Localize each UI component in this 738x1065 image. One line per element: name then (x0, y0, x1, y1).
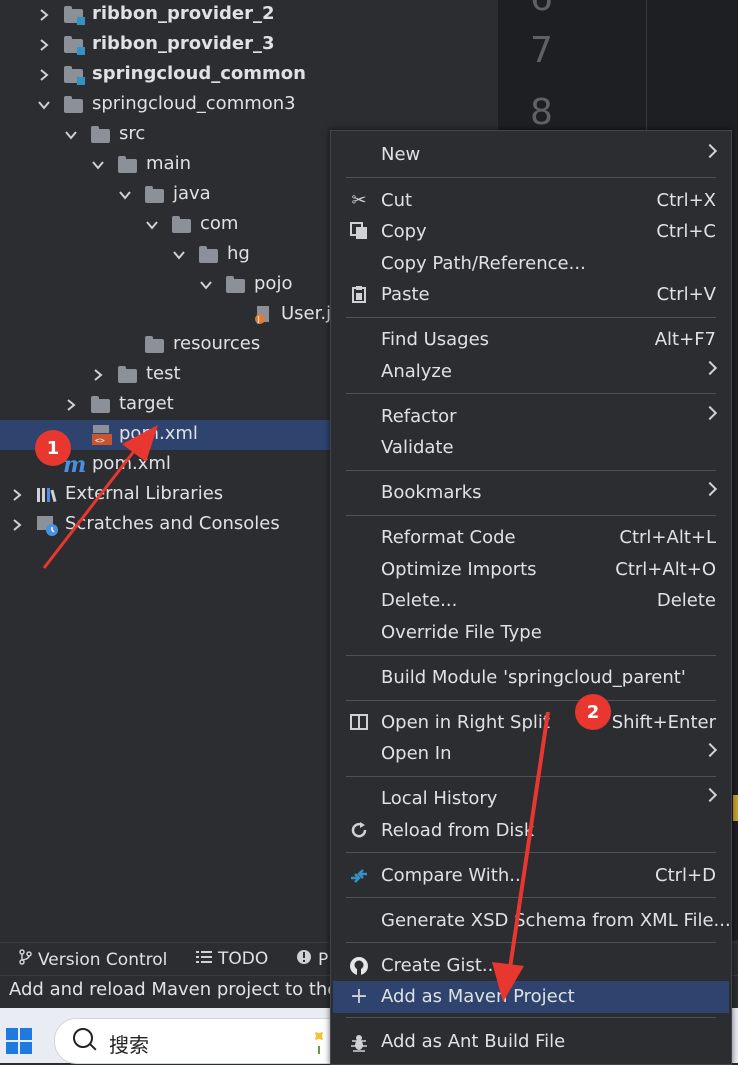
annotation-badge-2: 2 (575, 694, 611, 730)
annotation-arrowhead-1 (122, 425, 158, 462)
annotation-arrowhead-2 (492, 962, 524, 1002)
annotation-arrow-2 (508, 711, 550, 969)
annotation-arrows (42, 425, 550, 1002)
annotation-badge-1: 1 (35, 430, 71, 466)
